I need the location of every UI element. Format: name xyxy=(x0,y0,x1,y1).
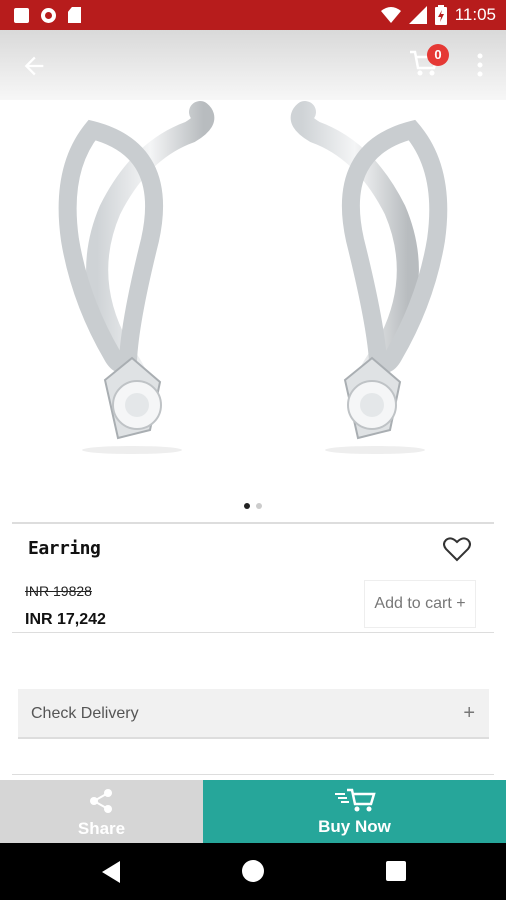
right-earring xyxy=(290,101,448,454)
sd-card-icon xyxy=(68,7,81,23)
original-price: INR 19828 xyxy=(25,583,92,599)
divider xyxy=(12,774,494,775)
share-label: Share xyxy=(77,819,126,838)
divider xyxy=(12,522,494,524)
expand-plus-icon: + xyxy=(463,702,475,724)
fast-cart-icon xyxy=(335,788,376,812)
left-earring xyxy=(58,101,215,454)
share-icon xyxy=(90,789,112,813)
nav-recents-icon[interactable] xyxy=(386,861,406,881)
buy-now-button[interactable]: Buy Now xyxy=(203,780,506,843)
signal-icon xyxy=(408,6,427,24)
clock: 11:05 xyxy=(454,5,496,24)
record-icon xyxy=(41,7,56,23)
product-title: Earring xyxy=(28,538,101,559)
more-vert-icon[interactable] xyxy=(470,52,490,78)
pager-dot[interactable] xyxy=(256,503,262,509)
back-arrow-icon[interactable] xyxy=(20,52,48,80)
divider xyxy=(12,632,494,633)
cart-count-badge: 0 xyxy=(427,44,449,66)
nav-back-icon[interactable] xyxy=(102,861,120,883)
image-pager xyxy=(0,503,506,509)
nav-home-icon[interactable] xyxy=(242,860,264,882)
buy-now-label: Buy Now xyxy=(318,817,391,836)
product-image[interactable] xyxy=(0,100,506,495)
heart-icon[interactable] xyxy=(443,536,471,562)
wifi-icon xyxy=(380,7,401,23)
notification-icon xyxy=(14,7,29,23)
share-button[interactable]: Share xyxy=(0,780,203,843)
status-bar: 11:05 xyxy=(0,0,506,30)
system-nav-bar xyxy=(0,843,506,900)
check-delivery-row[interactable]: Check Delivery + xyxy=(18,689,489,739)
pager-dot[interactable] xyxy=(244,503,250,509)
battery-icon xyxy=(434,5,447,25)
check-delivery-label: Check Delivery xyxy=(31,705,139,722)
sale-price: INR 17,242 xyxy=(25,611,106,628)
add-to-cart-button[interactable]: Add to cart + xyxy=(364,580,476,628)
